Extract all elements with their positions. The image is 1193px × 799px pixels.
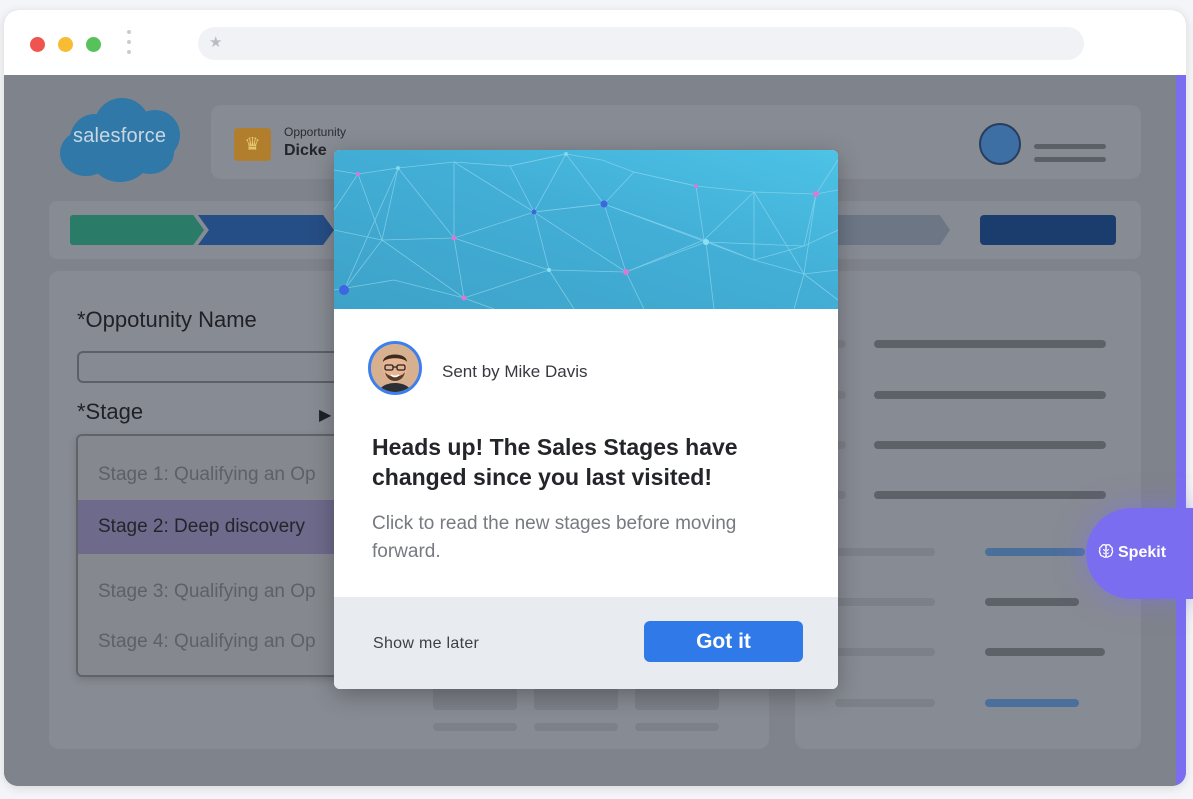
kebab-menu-icon[interactable] xyxy=(127,30,133,58)
network-banner-image xyxy=(334,150,838,309)
placeholder-line xyxy=(835,648,935,656)
stage-path-step-complete[interactable] xyxy=(70,215,204,245)
placeholder-line xyxy=(835,598,935,606)
placeholder-line xyxy=(534,723,618,731)
header-placeholder-line xyxy=(1034,157,1106,162)
record-type: Opportunity xyxy=(284,125,347,139)
opportunity-name-input[interactable] xyxy=(77,351,343,383)
spekit-tab-label[interactable]: Spekit xyxy=(1098,543,1166,562)
announcement-modal: Sent by Mike Davis Heads up! The Sales S… xyxy=(334,150,838,689)
salesforce-logo-text: salesforce xyxy=(73,125,167,147)
stage-option[interactable]: Stage 4: Qualifying an Op xyxy=(78,615,344,669)
spekit-sidebar-edge xyxy=(1176,75,1186,786)
record-name: Dicke xyxy=(284,142,327,159)
placeholder-line xyxy=(874,491,1106,499)
stage-path-step-upcoming[interactable] xyxy=(822,215,950,245)
maximize-window-button[interactable] xyxy=(86,37,101,52)
placeholder-line xyxy=(835,699,935,707)
close-window-button[interactable] xyxy=(30,37,45,52)
stage-option[interactable]: Stage 1: Qualifying an Op xyxy=(78,448,344,502)
stage-option-selected[interactable]: Stage 2: Deep discovery xyxy=(78,500,344,554)
browser-titlebar: ★ xyxy=(4,10,1186,75)
placeholder-line xyxy=(433,723,517,731)
show-me-later-button[interactable]: Show me later xyxy=(373,635,479,653)
placeholder-line xyxy=(985,548,1085,556)
sender-avatar xyxy=(368,341,422,395)
modal-body-text: Click to read the new stages before movi… xyxy=(372,513,737,562)
brain-icon xyxy=(1098,544,1114,558)
placeholder-line xyxy=(985,598,1079,606)
header-placeholder-line xyxy=(1034,144,1106,149)
opportunity-name-label: *Oppotunity Name xyxy=(77,307,257,332)
modal-title: Heads up! The Sales Stages have changed … xyxy=(372,434,738,490)
stage-dropdown[interactable]: Stage 1: Qualifying an Op Stage 2: Deep … xyxy=(76,434,346,677)
placeholder-line xyxy=(985,699,1079,707)
placeholder-line xyxy=(874,441,1106,449)
stage-path-step-current[interactable] xyxy=(198,215,334,245)
user-avatar[interactable] xyxy=(979,123,1021,165)
mark-stage-complete-button[interactable] xyxy=(980,215,1116,245)
placeholder-line xyxy=(874,340,1106,348)
placeholder-line xyxy=(874,391,1106,399)
stage-option[interactable]: Stage 3: Qualifying an Op xyxy=(78,565,344,619)
address-bar[interactable]: ★ xyxy=(198,27,1084,60)
spekit-tab-text: Spekit xyxy=(1118,544,1167,561)
got-it-button[interactable]: Got it xyxy=(644,621,803,662)
minimize-window-button[interactable] xyxy=(58,37,73,52)
placeholder-line xyxy=(985,648,1105,656)
placeholder-line xyxy=(835,548,935,556)
star-icon[interactable]: ★ xyxy=(209,33,222,51)
placeholder-line xyxy=(635,723,719,731)
stage-label: *Stage xyxy=(77,399,144,424)
crown-icon: ♛ xyxy=(234,128,271,161)
play-icon[interactable]: ▶ xyxy=(319,405,331,425)
sender-name: Sent by Mike Davis xyxy=(442,362,588,381)
